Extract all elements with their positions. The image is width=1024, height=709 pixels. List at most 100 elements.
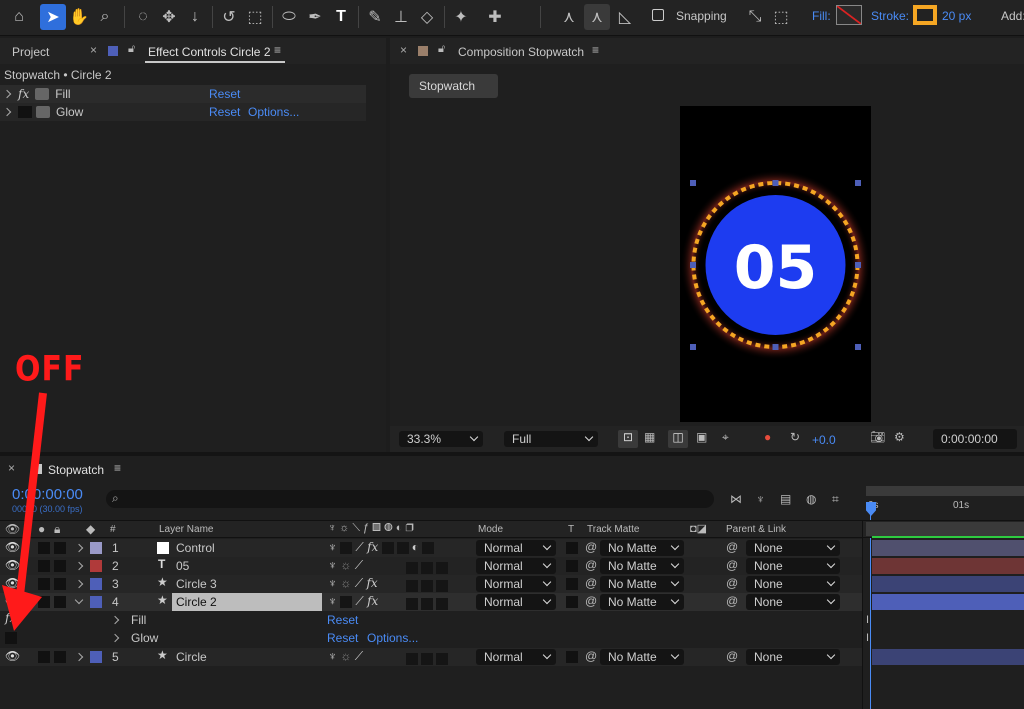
zoom-tool-icon[interactable]: ⌕ [92, 4, 118, 30]
lock-icon[interactable]: 🔓︎ [128, 43, 135, 56]
anchor-point-tool-icon[interactable]: ⬚ [242, 4, 268, 30]
layer-duration-bar[interactable] [872, 576, 1024, 592]
layer-search-input[interactable]: ⌕ [106, 490, 714, 508]
show-snapshot-icon[interactable]: ⚙ [894, 430, 905, 444]
layer-row-3[interactable]: 👁︎ 3 ★ Circle 3 ♆ ☼ ⟋ fx Normal @ No Mat… [0, 575, 862, 593]
layer-switches[interactable]: ♆ ☼ ⟋ fx [328, 576, 378, 591]
dolly-camera-icon[interactable]: ↓ [182, 4, 208, 30]
work-area-bar[interactable] [866, 486, 1024, 496]
tab-composition[interactable]: Composition Stopwatch [458, 45, 584, 59]
pickwhip-icon[interactable]: @ [585, 649, 597, 663]
expand-chevron-icon[interactable] [2, 89, 12, 99]
track-matte-dropdown[interactable]: No Matte [600, 594, 684, 610]
effect-row-fill[interactable]: fx Fill Reset [0, 611, 862, 629]
layer-name[interactable]: Control [176, 541, 215, 555]
parent-pickwhip-icon[interactable]: @ [726, 540, 738, 554]
fill-swatch[interactable] [836, 5, 862, 25]
parent-pickwhip-icon[interactable]: @ [726, 558, 738, 572]
layer-switches[interactable]: ♆ ☼ ⟋ [328, 649, 363, 664]
effect-row-glow[interactable]: Glow Reset Options... [0, 103, 366, 121]
comp-flowchart-icon[interactable]: ⋈ [730, 492, 742, 506]
layer-label-color[interactable] [90, 596, 102, 608]
layer-label-color[interactable] [90, 578, 102, 590]
orbit-camera-icon[interactable]: ◌ [130, 4, 156, 30]
grid-guides-icon[interactable]: ⌖ [722, 430, 729, 445]
ellipse-tool-icon[interactable]: ⬭ [276, 4, 302, 30]
comp-breadcrumb-button[interactable]: Stopwatch [409, 74, 498, 98]
pickwhip-icon[interactable]: @ [585, 594, 597, 608]
eraser-tool-icon[interactable]: ◇ [414, 4, 440, 30]
track-matte-dropdown[interactable]: No Matte [600, 576, 684, 592]
mode-dropdown[interactable]: Normal [476, 540, 556, 556]
tab-project[interactable]: Project [12, 45, 49, 59]
stroke-width-value[interactable]: 20 px [942, 9, 971, 23]
rotation-tool-icon[interactable]: ↺ [216, 4, 242, 30]
add-label[interactable]: Add: [1001, 9, 1024, 23]
lock-icon[interactable]: 🔓︎ [438, 43, 445, 56]
layer-label-color[interactable] [90, 560, 102, 572]
composition-viewer[interactable]: 05 [680, 106, 871, 422]
graph-editor-icon[interactable]: ⌗ [832, 492, 839, 507]
pickwhip-icon[interactable]: @ [585, 576, 597, 590]
fast-previews-icon[interactable]: ⊡ [618, 430, 638, 448]
expand-chevron-icon[interactable] [74, 579, 84, 589]
layer-row-4[interactable]: 👁︎ 4 ★ Circle 2 ♆ ⟋ fx Normal @ No Matte… [0, 593, 862, 611]
playhead-handle[interactable] [866, 502, 876, 516]
layer-row-5[interactable]: 👁︎ 5 ★ Circle ♆ ☼ ⟋ Normal @ No Matte @ … [0, 648, 862, 666]
reset-link[interactable]: Reset [209, 87, 240, 101]
transparency-grid-icon[interactable]: ▦ [644, 430, 655, 444]
hand-tool-icon[interactable]: ✋ [66, 4, 92, 30]
close-icon[interactable]: × [400, 43, 407, 57]
close-icon[interactable]: × [90, 43, 97, 57]
layer-duration-bar[interactable] [872, 558, 1024, 574]
frame-blending-icon[interactable]: ▤ [780, 492, 791, 506]
exposure-value[interactable]: +0.0 [812, 433, 836, 447]
clone-stamp-tool-icon[interactable]: ⊥ [388, 4, 414, 30]
snapping-checkbox[interactable] [652, 9, 664, 21]
panel-menu-icon[interactable]: ≡ [592, 43, 599, 57]
column-layer-name[interactable]: Layer Name [159, 524, 213, 535]
parent-pickwhip-icon[interactable]: @ [726, 594, 738, 608]
pickwhip-icon[interactable]: @ [585, 558, 597, 572]
pan-camera-icon[interactable]: ✥ [156, 4, 182, 30]
expand-chevron-icon[interactable] [110, 615, 120, 625]
effect-row-glow[interactable]: Glow Reset Options... [0, 629, 862, 647]
layer-label-color[interactable] [90, 651, 102, 663]
reset-exposure-icon[interactable]: ↻ [790, 430, 800, 444]
expand-chevron-icon[interactable] [74, 543, 84, 553]
pickwhip-icon[interactable]: @ [585, 540, 597, 554]
puppet-pin-tool-icon[interactable]: ✚ [482, 4, 508, 30]
fx-switch-off[interactable] [18, 106, 32, 118]
expand-chevron-icon[interactable] [110, 633, 120, 643]
stroke-swatch[interactable] [913, 5, 937, 25]
track-matte-dropdown[interactable]: No Matte [600, 558, 684, 574]
track-matte-dropdown[interactable]: No Matte [600, 649, 684, 665]
collapse-chevron-icon[interactable] [74, 595, 84, 605]
layer-row-2[interactable]: 👁︎ 2 T 05 ♆ ☼ ⟋ Normal @ No Matte @ None [0, 557, 862, 575]
options-link[interactable]: Options... [248, 105, 299, 119]
eye-icon[interactable]: 👁︎ [5, 649, 20, 663]
parent-pickwhip-icon[interactable]: @ [726, 576, 738, 590]
expand-chevron-icon[interactable] [74, 561, 84, 571]
layer-duration-bar[interactable] [872, 540, 1024, 556]
layer-switches[interactable]: ♆ ⟋ fx ◐ [328, 540, 437, 555]
parent-pickwhip-icon[interactable]: @ [726, 649, 738, 663]
roto-brush-tool-icon[interactable]: ✦ [448, 4, 474, 30]
layer-row-1[interactable]: 👁︎ 1 Control ♆ ⟋ fx ◐ Normal @ No Matte … [0, 539, 862, 557]
snapshot-camera-icon[interactable]: 📷︎ [870, 430, 885, 444]
draft-3d-icon[interactable]: ♆ [756, 492, 765, 506]
layer-label-color[interactable] [90, 542, 102, 554]
layer-switches[interactable]: ♆ ☼ ⟋ [328, 558, 363, 573]
mask-visibility-icon[interactable]: ◫ [668, 430, 688, 448]
resolution-dropdown[interactable]: Full [504, 431, 598, 447]
color-channels-icon[interactable]: ● [764, 430, 771, 444]
layer-name[interactable]: Circle [176, 650, 207, 664]
parent-dropdown[interactable]: None [746, 576, 840, 592]
parent-dropdown[interactable]: None [746, 540, 840, 556]
mode-dropdown[interactable]: Normal [476, 558, 556, 574]
panel-menu-icon[interactable]: ≡ [114, 461, 121, 475]
tab-effect-controls[interactable]: Effect Controls Circle 2 [148, 45, 271, 59]
type-tool-icon[interactable]: T [328, 4, 354, 30]
layer-duration-bar-selected[interactable] [872, 594, 1024, 610]
expand-chevron-icon[interactable] [2, 107, 12, 117]
